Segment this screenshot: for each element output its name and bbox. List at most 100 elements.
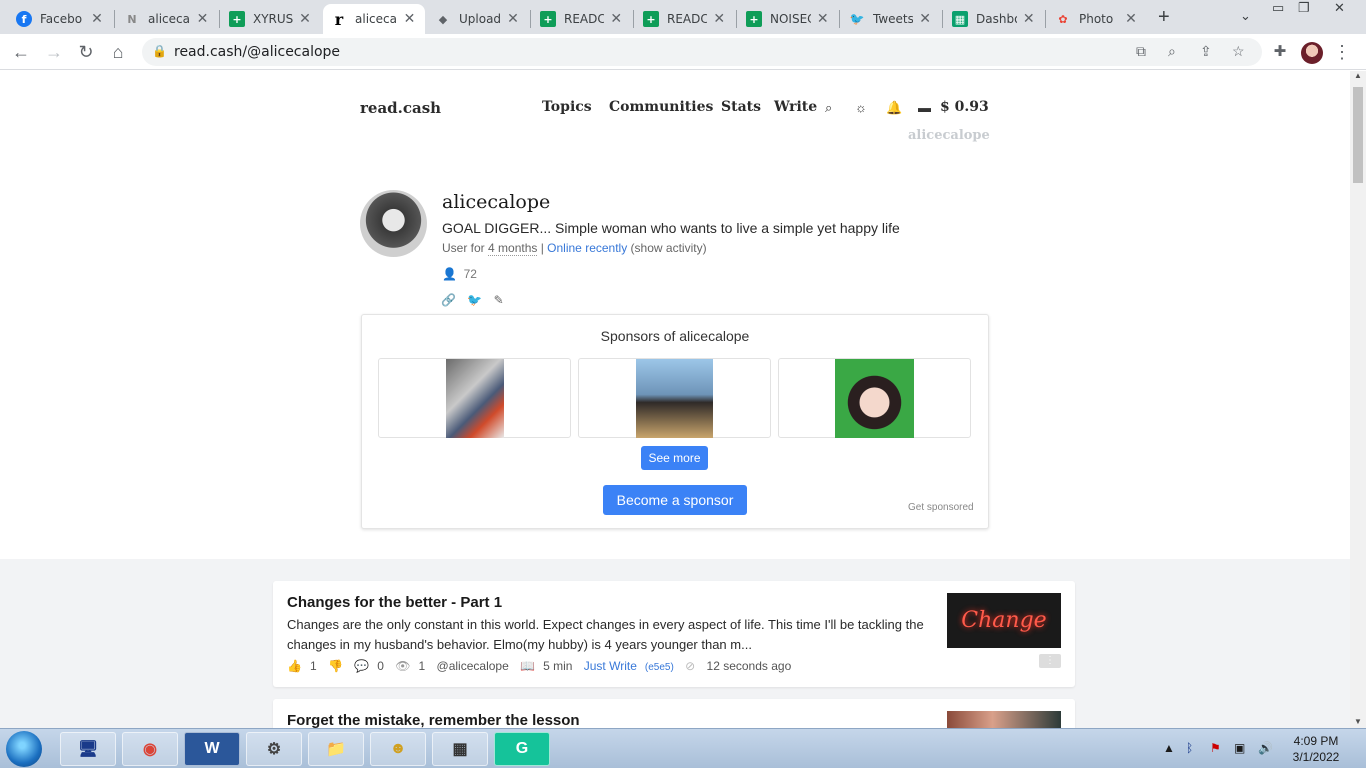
tab-readcash-active[interactable]: r alicecal ✕ [323, 4, 425, 34]
tab-readc-1[interactable]: + READC ✕ [532, 4, 632, 34]
grammarly-icon[interactable]: G [494, 732, 550, 766]
tab-noisec[interactable]: + NOISEC ✕ [738, 4, 838, 34]
tab-xyrus[interactable]: + XYRUS ✕ [221, 4, 321, 34]
sponsor-avatar[interactable] [446, 359, 504, 438]
chrome-menu-icon[interactable]: ⋮ [1330, 40, 1354, 64]
computer-icon[interactable]: 🖥 [60, 732, 116, 766]
sponsor-avatar[interactable] [636, 359, 713, 438]
theme-toggle-icon[interactable]: ☼ [855, 100, 867, 115]
tab-noise[interactable]: N alicecal ✕ [116, 4, 218, 34]
tab-facebook[interactable]: f Facebo ✕ [8, 4, 113, 34]
close-icon[interactable]: ✕ [505, 11, 521, 27]
address-bar[interactable]: 🔒 read.cash/@alicecalope ⧉ ⌕ ⇪ ☆ [142, 38, 1262, 66]
network-app-icon[interactable]: ⚙ [246, 732, 302, 766]
media-app-icon[interactable]: ☻ [370, 732, 426, 766]
action-center-icon[interactable]: ⚑ [1210, 741, 1221, 755]
tab-upload[interactable]: ◆ Upload ✕ [427, 4, 529, 34]
scrollbar-thumb[interactable] [1353, 87, 1363, 183]
see-more-button[interactable]: See more [641, 446, 708, 470]
dislike-icon[interactable]: 👎 [328, 659, 343, 673]
folder-icon[interactable]: 📁 [308, 732, 364, 766]
tab-tweets[interactable]: 🐦 Tweets ✕ [841, 4, 941, 34]
url-text[interactable]: read.cash/@alicecalope [174, 44, 340, 60]
extensions-icon[interactable]: ✚ [1268, 40, 1292, 64]
close-icon[interactable]: ✕ [1123, 11, 1139, 27]
nav-write[interactable]: Write [774, 99, 817, 115]
more-options-icon[interactable]: ⋮ [1039, 654, 1061, 668]
edit-pencil-icon[interactable]: ✎ [494, 293, 504, 307]
window-close-icon[interactable]: ✕ [1334, 0, 1345, 20]
sponsor-avatar[interactable] [835, 359, 914, 438]
article-excerpt[interactable]: Changes are the only constant in this wo… [287, 615, 937, 655]
start-button[interactable] [6, 731, 42, 767]
followers-count[interactable]: 👤 72 [442, 267, 477, 281]
comment-icon[interactable]: 💬 [354, 659, 369, 673]
sponsor-card[interactable] [778, 358, 971, 438]
lock-icon[interactable]: 🔒 [152, 44, 167, 58]
bluetooth-icon[interactable]: ᛒ [1186, 741, 1193, 755]
page-scrollbar[interactable]: ▲ ▼ [1350, 71, 1366, 728]
share-icon[interactable]: ⇪ [1200, 43, 1212, 60]
link-icon[interactable]: 🔗 [441, 293, 456, 307]
become-sponsor-button[interactable]: Become a sponsor [603, 485, 747, 515]
forward-icon[interactable]: → [42, 40, 66, 64]
get-sponsored-link[interactable]: Get sponsored [908, 502, 974, 513]
network-icon[interactable]: ▣ [1234, 741, 1245, 755]
close-icon[interactable]: ✕ [608, 11, 624, 27]
reload-icon[interactable]: ↻ [74, 40, 98, 64]
site-logo[interactable]: read.cash [360, 99, 441, 117]
tab-dashboard[interactable]: ▦ Dashbo ✕ [944, 4, 1044, 34]
tab-photo[interactable]: ✿ Photo ✕ [1047, 4, 1147, 34]
article-title[interactable]: Changes for the better - Part 1 [287, 594, 502, 611]
tab-search-icon[interactable]: ⌄ [1240, 8, 1251, 24]
nav-communities[interactable]: Communities [609, 99, 713, 115]
minimize-icon[interactable]: ▭ [1272, 0, 1284, 20]
article-thumbnail[interactable]: Change [947, 593, 1061, 648]
article-author[interactable]: @alicecalope [437, 659, 509, 673]
open-in-app-icon[interactable]: ⧉ [1136, 43, 1146, 60]
wallet-balance[interactable]: $ 0.93 [940, 99, 989, 115]
close-icon[interactable]: ✕ [402, 11, 417, 27]
scroll-down-icon[interactable]: ▼ [1354, 717, 1362, 726]
show-hidden-icons[interactable]: ▲ [1163, 741, 1175, 755]
sponsor-card[interactable] [578, 358, 771, 438]
twitter-icon[interactable]: 🐦 [467, 293, 482, 307]
close-icon[interactable]: ✕ [917, 11, 933, 27]
search-icon[interactable]: ⌕ [825, 100, 832, 116]
calculator-icon[interactable]: ▦ [432, 732, 488, 766]
logged-in-username[interactable]: alicecalope [908, 128, 990, 143]
notification-bell-icon[interactable]: 🔔 [886, 100, 902, 116]
zoom-icon[interactable]: ⌕ [1168, 43, 1176, 60]
online-status-link[interactable]: Online recently [547, 241, 627, 255]
close-icon[interactable]: ✕ [89, 11, 105, 27]
new-tab-icon[interactable]: + [1158, 6, 1170, 29]
close-icon[interactable]: ✕ [297, 11, 313, 27]
community-code[interactable]: (e5e5) [645, 662, 674, 673]
close-icon[interactable]: ✕ [711, 11, 727, 27]
wallet-icon[interactable]: ▬ [918, 100, 931, 115]
show-activity-link[interactable]: (show activity) [627, 241, 707, 255]
system-clock[interactable]: 4:09 PM 3/1/2022 [1284, 733, 1348, 765]
restore-icon[interactable]: ❐ [1298, 0, 1310, 20]
scroll-up-icon[interactable]: ▲ [1354, 71, 1362, 80]
like-icon[interactable]: 👍 [287, 659, 302, 673]
bookmark-star-icon[interactable]: ☆ [1232, 43, 1245, 60]
close-icon[interactable]: ✕ [1021, 11, 1036, 27]
home-icon[interactable]: ⌂ [106, 40, 130, 64]
article-title[interactable]: Forget the mistake, remember the lesson [287, 712, 580, 728]
nav-topics[interactable]: Topics [542, 99, 592, 115]
close-icon[interactable]: ✕ [195, 11, 210, 27]
nav-stats[interactable]: Stats [721, 99, 761, 115]
chrome-icon[interactable]: ◉ [122, 732, 178, 766]
article-card[interactable]: Changes for the better - Part 1 Changes … [273, 581, 1075, 687]
community-link[interactable]: Just Write [584, 659, 637, 673]
volume-icon[interactable]: 🔊 [1258, 741, 1273, 755]
back-icon[interactable]: ← [9, 40, 33, 64]
article-card[interactable]: Forget the mistake, remember the lesson [273, 699, 1075, 728]
sponsor-card[interactable] [378, 358, 571, 438]
article-thumbnail[interactable] [947, 711, 1061, 728]
word-icon[interactable]: W [184, 732, 240, 766]
profile-avatar[interactable] [1301, 42, 1323, 64]
close-icon[interactable]: ✕ [815, 11, 830, 27]
tab-readc-2[interactable]: + READC ✕ [635, 4, 735, 34]
